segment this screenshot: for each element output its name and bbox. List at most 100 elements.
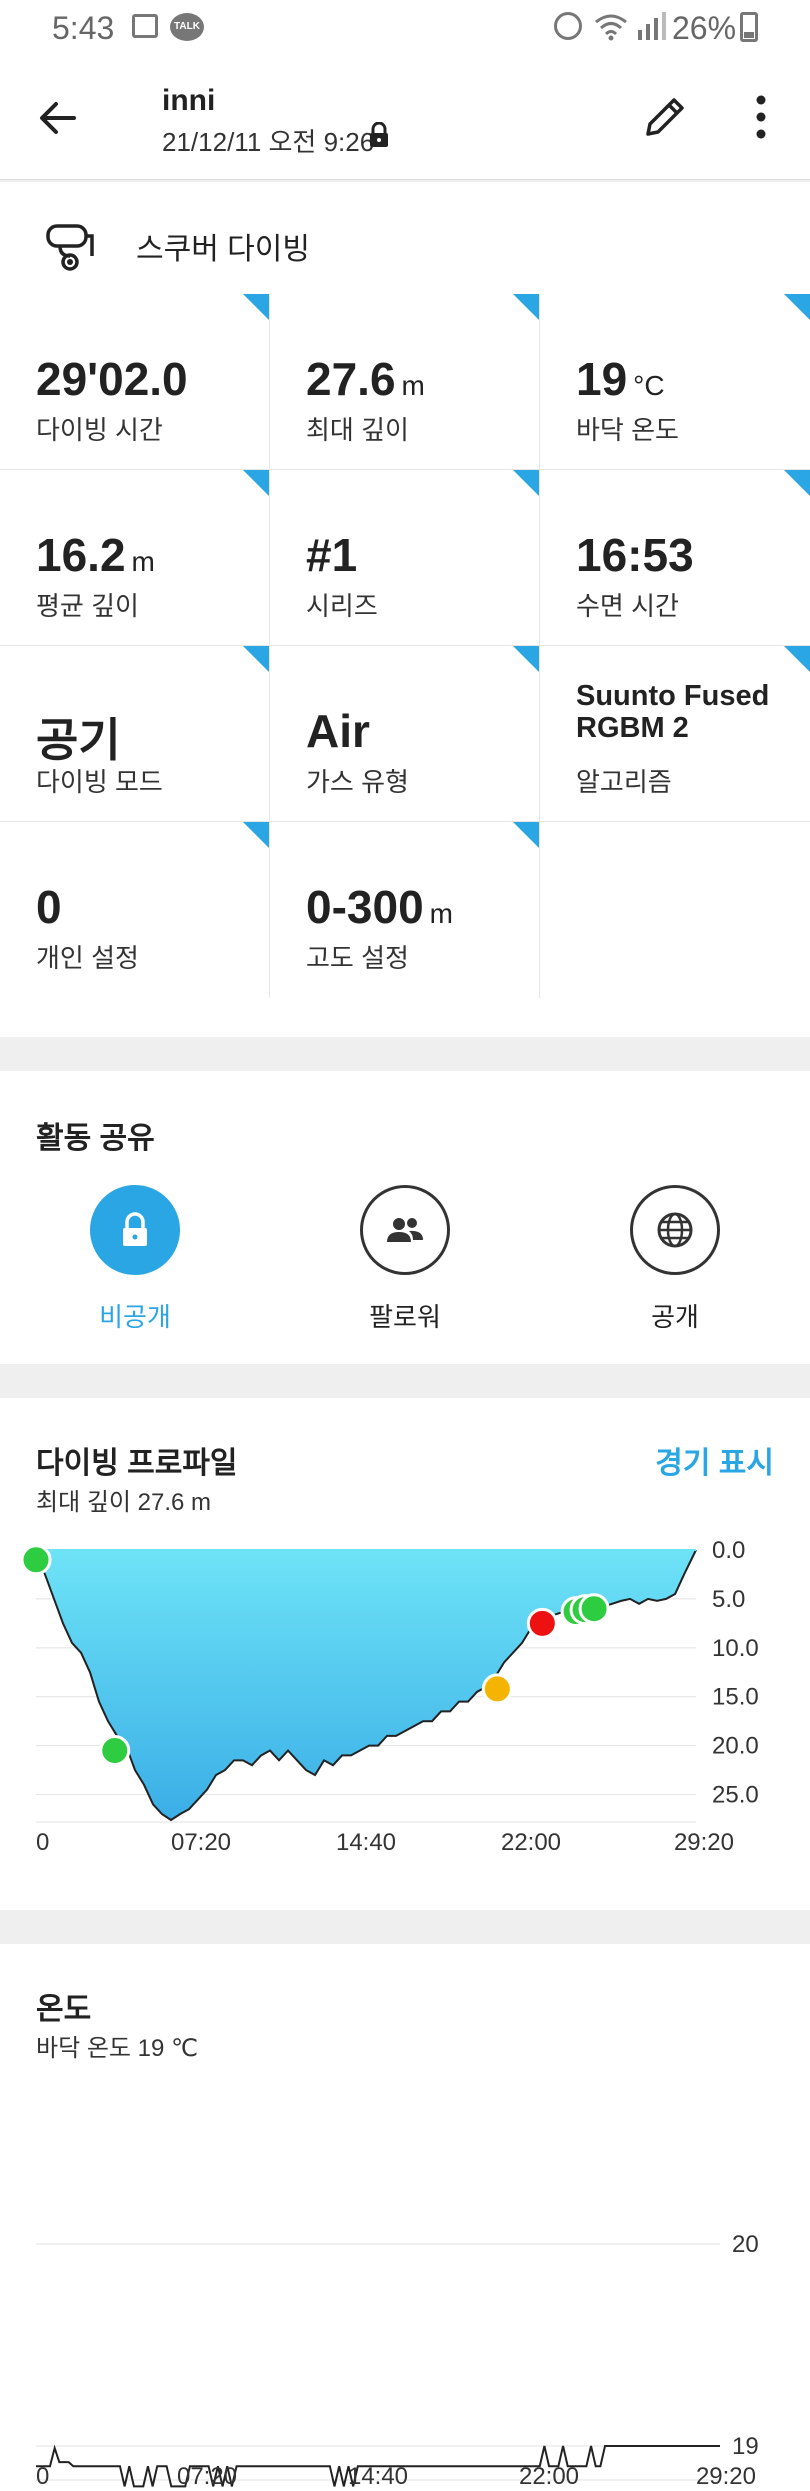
share-option-label: 팔로워: [369, 1302, 441, 1332]
stat-dive-mode[interactable]: 공기 다이빙 모드: [0, 646, 270, 822]
followers-icon: [387, 1218, 423, 1242]
dive-event-marker: [481, 1673, 513, 1705]
share-title: 활동 공유: [36, 1122, 155, 1155]
corner-marker: [784, 294, 810, 320]
share-public-button[interactable]: [630, 1185, 720, 1275]
show-events-link[interactable]: 경기 표시: [655, 1438, 774, 1482]
time-axis-tick: 0: [36, 1829, 49, 1856]
time-axis-tick: 14:40: [348, 2463, 408, 2490]
dive-profile-subtitle: 최대 깊이 27.6 m: [36, 1489, 212, 1516]
battery-percent: 26%: [672, 10, 737, 46]
dive-profile-card: 다이빙 프로파일 최대 깊이 27.6 m 경기 표시 0.0 5.0 10.0 15…: [0, 1398, 810, 1910]
stat-label: 알고리즘: [576, 767, 672, 797]
time-axis-tick: 22:00: [519, 2463, 579, 2490]
temp-axis-tick: 20: [732, 2231, 759, 2258]
stat-gas-type[interactable]: Air 가스 유형: [270, 646, 540, 822]
edit-button[interactable]: [638, 90, 692, 144]
stat-label: 가스 유형: [306, 767, 409, 797]
lock-icon: [123, 1212, 147, 1246]
stat-label: 최대 깊이: [306, 415, 409, 445]
stat-value: 16.2 m: [36, 529, 155, 581]
temperature-title: 온도: [36, 1993, 92, 2026]
share-public-option[interactable]: 공개: [565, 1185, 785, 1345]
share-option-label: 공개: [651, 1302, 699, 1332]
more-options-button[interactable]: [746, 90, 776, 144]
stat-label: 시리즈: [306, 591, 378, 621]
stat-max-depth[interactable]: 27.6 m 최대 깊이: [270, 294, 540, 470]
wifi-icon: [595, 14, 627, 41]
activity-datetime: 21/12/11 오전 9:26: [162, 127, 375, 157]
share-option-label: 비공개: [99, 1302, 171, 1332]
depth-area: [36, 1550, 696, 1820]
stat-altitude-setting[interactable]: 0-300 m 고도 설정: [270, 822, 540, 998]
time-axis-tick: 07:20: [171, 1829, 231, 1856]
corner-marker: [513, 646, 539, 672]
stat-value: 공기: [36, 714, 121, 766]
globe-icon: [657, 1212, 693, 1248]
share-followers-option[interactable]: 팔로워: [295, 1185, 515, 1345]
app-bar: inni 21/12/11 오전 9:26: [0, 56, 810, 180]
activity-header: 스쿠버 다이빙: [0, 182, 810, 294]
stat-dive-time[interactable]: 29'02.0 다이빙 시간: [0, 294, 270, 470]
stat-label: 다이빙 시간: [36, 415, 163, 445]
stat-series[interactable]: #1 시리즈: [270, 470, 540, 646]
depth-profile-chart[interactable]: 0.0 5.0 10.0 15.0 20.0 25.0 0 07:20 14:40 22:00 29…: [0, 1538, 810, 1858]
page-title: inni: [162, 84, 216, 117]
corner-marker: [243, 822, 269, 848]
depth-axis-tick: 25.0: [712, 1782, 759, 1809]
stat-value: Suunto Fused RGBM 2: [576, 680, 770, 744]
stat-algorithm[interactable]: Suunto Fused RGBM 2 알고리즘: [540, 646, 810, 822]
stat-value: 19 °C: [576, 353, 665, 405]
stat-value: 0: [36, 881, 62, 933]
activity-name: 스쿠버 다이빙: [136, 233, 310, 266]
stat-label: 수면 시간: [576, 591, 679, 621]
battery-icon: [740, 12, 758, 42]
corner-marker: [513, 470, 539, 496]
time-axis-tick: 07:20: [177, 2463, 237, 2490]
stat-value: Air: [306, 705, 370, 757]
stat-label: 평균 깊이: [36, 591, 139, 621]
share-card: 활동 공유 비공개 팔로워 공개: [0, 1071, 810, 1364]
talk-icon: TALK: [170, 13, 204, 41]
corner-marker: [784, 646, 810, 672]
stat-label: 고도 설정: [306, 943, 409, 973]
status-time: 5:43: [52, 10, 115, 46]
dive-event-marker: [99, 1735, 131, 1767]
dive-profile-title: 다이빙 프로파일: [36, 1447, 238, 1480]
time-axis-tick: 29:20: [674, 1829, 734, 1856]
stat-label: 개인 설정: [36, 943, 139, 973]
corner-marker: [243, 646, 269, 672]
time-axis-tick: 0: [36, 2463, 49, 2490]
back-button[interactable]: [34, 92, 86, 144]
share-followers-button[interactable]: [360, 1185, 450, 1275]
stat-surface-time[interactable]: 16:53 수면 시간: [540, 470, 810, 646]
stat-bottom-temp[interactable]: 19 °C 바닥 온도: [540, 294, 810, 470]
depth-axis-tick: 15.0: [712, 1684, 759, 1711]
scuba-diving-icon: [46, 224, 94, 271]
depth-axis-tick: 0.0: [712, 1538, 745, 1564]
stat-personal-setting[interactable]: 0 개인 설정: [0, 822, 270, 998]
temp-axis-tick: 19: [732, 2433, 759, 2460]
alarm-icon: [554, 12, 582, 40]
stat-label: 다이빙 모드: [36, 767, 163, 797]
temperature-chart[interactable]: 20 19 0 07:20 14:40 22:00 29:20: [0, 2074, 810, 2491]
dive-summary-card: 스쿠버 다이빙 29'02.0 다이빙 시간 27.6 m 최대 깊이 19 °C …: [0, 182, 810, 1037]
lock-icon: [370, 122, 388, 147]
corner-marker: [513, 294, 539, 320]
dive-event-marker: [526, 1607, 558, 1639]
depth-axis-tick: 20.0: [712, 1733, 759, 1760]
status-bar: 5:43 TALK 26%: [0, 0, 810, 56]
temperature-card: 온도 바닥 온도 19 ℃ 20 19 0 07:20 14:40 22:00 29:20: [0, 1944, 810, 2491]
corner-marker: [513, 822, 539, 848]
corner-marker: [784, 470, 810, 496]
stat-avg-depth[interactable]: 16.2 m 평균 깊이: [0, 470, 270, 646]
dive-event-marker: [578, 1593, 610, 1625]
gallery-icon: [132, 14, 158, 38]
stat-value: 16:53: [576, 529, 694, 581]
share-private-option[interactable]: 비공개: [25, 1185, 245, 1345]
depth-axis-tick: 10.0: [712, 1635, 759, 1662]
temperature-subtitle: 바닥 온도 19 ℃: [36, 2035, 198, 2062]
stat-value: 29'02.0: [36, 353, 188, 405]
share-private-button[interactable]: [90, 1185, 180, 1275]
time-axis-tick: 29:20: [696, 2463, 756, 2490]
